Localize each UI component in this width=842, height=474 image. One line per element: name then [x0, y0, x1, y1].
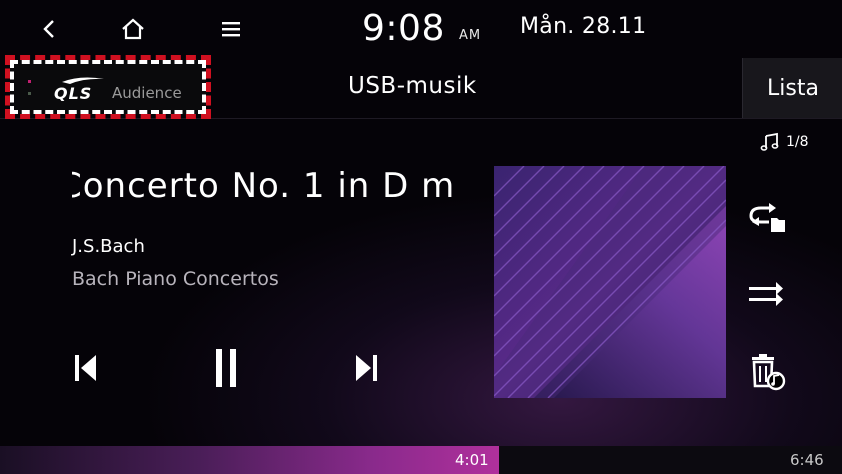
repeat-folder-icon[interactable]	[744, 196, 788, 240]
album-art	[494, 166, 726, 398]
track-counter-value: 1/8	[786, 134, 809, 150]
list-button[interactable]: Lista	[742, 58, 842, 118]
song-title: Concerto No. 1 in D m	[72, 166, 482, 214]
home-icon[interactable]	[118, 14, 148, 44]
sound-mode-label: Audience	[112, 84, 182, 102]
song-title-text: Concerto No. 1 in D m	[72, 166, 456, 206]
track-counter: 1/8	[760, 132, 809, 152]
progress-bar[interactable]	[0, 446, 842, 474]
indicator-dots	[28, 80, 31, 104]
artist-name: J.S.Bach	[72, 236, 145, 257]
pause-button[interactable]	[206, 344, 246, 392]
sound-mode-frame: QLS Audience	[10, 60, 206, 114]
screen: 9:08 AM Mån. 28.11 QLS Audience USB-musi…	[0, 0, 842, 474]
clock-time: 9:08	[362, 8, 445, 49]
date: Mån. 28.11	[520, 14, 647, 39]
page-title: USB-musik	[348, 73, 477, 99]
next-button[interactable]	[346, 348, 386, 388]
sound-mode-badge[interactable]: QLS Audience	[5, 55, 211, 119]
previous-button[interactable]	[66, 348, 106, 388]
previous-icon	[75, 355, 96, 381]
delete-music-icon[interactable]	[744, 350, 788, 394]
pause-icon	[216, 349, 236, 387]
music-note-icon	[760, 132, 779, 151]
menu-icon[interactable]	[216, 14, 246, 44]
progress-fill	[0, 446, 500, 474]
elapsed-time: 4:01	[455, 451, 489, 469]
album-name: Bach Piano Concertos	[72, 268, 279, 290]
next-icon	[356, 355, 377, 381]
back-icon[interactable]	[34, 14, 64, 44]
status-bar: 9:08 AM Mån. 28.11	[0, 0, 842, 58]
brand-logo: QLS	[54, 84, 93, 103]
total-time: 6:46	[790, 451, 824, 469]
shuffle-icon[interactable]	[744, 272, 788, 316]
clock-ampm: AM	[459, 28, 482, 43]
